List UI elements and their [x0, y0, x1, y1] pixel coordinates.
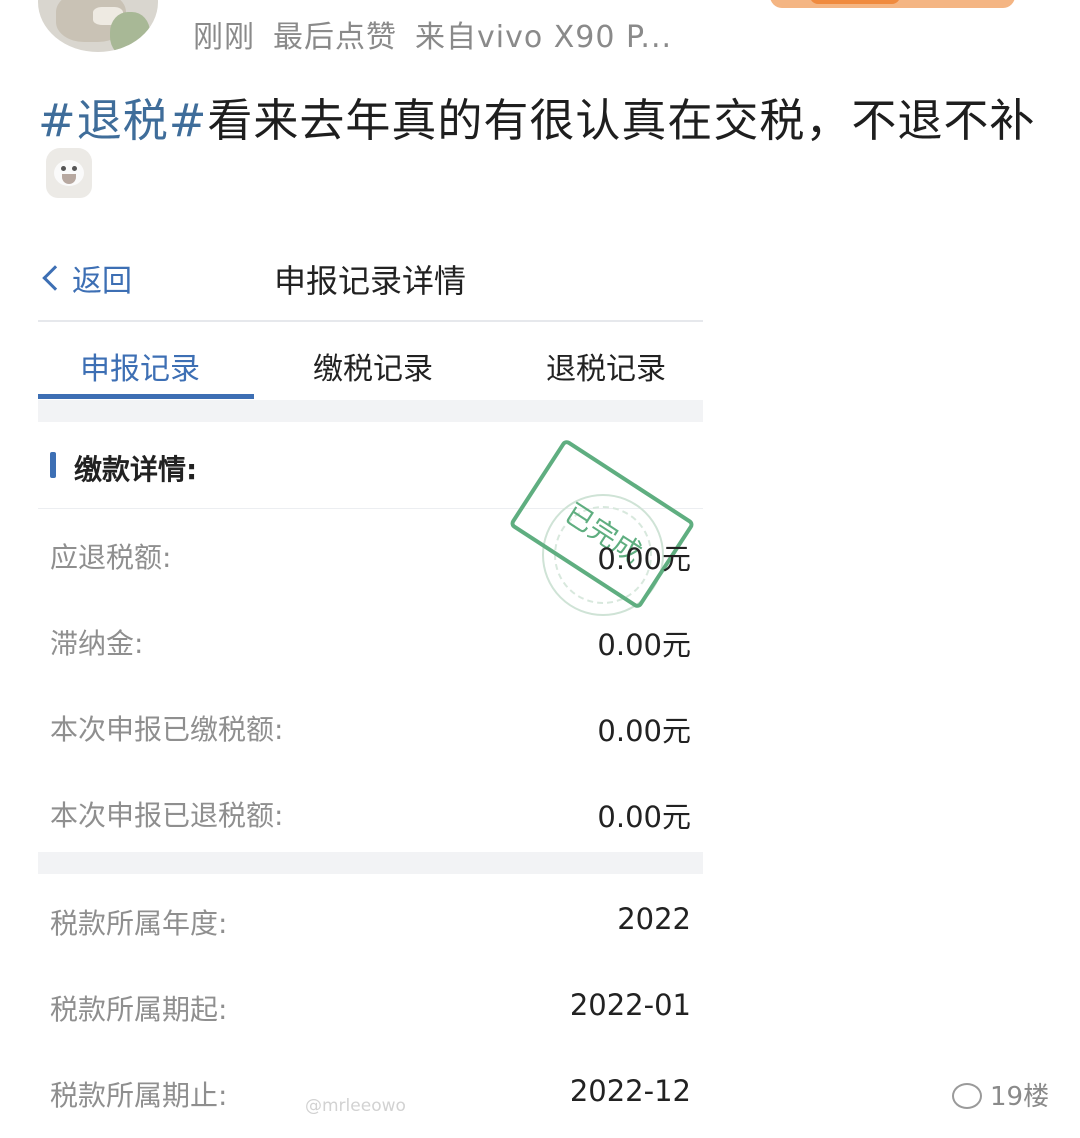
post-time: 刚刚: [193, 20, 255, 55]
detail-label: 本次申报已缴税额:: [50, 713, 284, 746]
detail-value: 0.00元: [597, 628, 691, 662]
back-label: 返回: [72, 264, 132, 299]
period-label: 税款所属期止:: [50, 1079, 228, 1112]
detail-label: 本次申报已退税额:: [50, 799, 284, 832]
embedded-screenshot: 返回 申报记录详情 申报记录 缴税记录 退税记录 缴款详情: 已完成 应退税额:…: [38, 222, 703, 1138]
brand-name: 19楼: [990, 1082, 1050, 1112]
tab-tax-refund-records[interactable]: 退税记录: [546, 344, 666, 388]
nav-bar: 返回 申报记录详情: [38, 222, 703, 322]
detail-label: 应退税额:: [50, 541, 172, 574]
page-title: 申报记录详情: [274, 262, 467, 300]
post-device: 来自vivo X90 P...: [415, 20, 673, 55]
period-row: 税款所属年度: 2022: [38, 892, 703, 952]
watermark: @mrleeowo: [305, 1096, 406, 1116]
divider: [38, 400, 703, 422]
brand-logo: 19楼: [952, 1076, 1049, 1113]
wechat-icon: [952, 1083, 982, 1109]
period-value: 2022: [617, 902, 691, 936]
detail-value: 0.00元: [597, 714, 691, 748]
detail-value: 0.00元: [597, 542, 691, 576]
period-label: 税款所属年度:: [50, 907, 228, 940]
post-like-info: 最后点赞: [273, 20, 397, 55]
period-value: 2022-12: [569, 1074, 691, 1108]
detail-row: 滞纳金: 0.00元: [38, 612, 703, 672]
sticker-image: [770, 0, 1015, 8]
post-text: #退税#看来去年真的有很认真在交税，不退不补: [38, 84, 1035, 149]
detail-value: 0.00元: [597, 800, 691, 834]
detail-label: 滞纳金:: [50, 627, 144, 660]
tab-declaration-records[interactable]: 申报记录: [80, 344, 200, 388]
detail-row: 本次申报已退税额: 0.00元: [38, 784, 703, 844]
emoji-icon: [46, 148, 92, 198]
hashtag-link[interactable]: #退税#: [38, 94, 207, 147]
active-tab-indicator: [38, 394, 254, 399]
tab-bar: 申报记录 缴税记录 退税记录: [38, 322, 703, 400]
divider: [38, 852, 703, 874]
period-row: 税款所属期起: 2022-01: [38, 978, 703, 1038]
section-title: 缴款详情:: [74, 453, 198, 486]
detail-row: 本次申报已缴税额: 0.00元: [38, 698, 703, 758]
post-meta: 刚刚 最后点赞 来自vivo X90 P...: [193, 12, 690, 56]
post-body: 看来去年真的有很认真在交税，不退不补: [207, 94, 1036, 147]
chevron-left-icon: [42, 265, 68, 291]
tab-tax-payment-records[interactable]: 缴税记录: [313, 344, 433, 388]
section-accent-bar: [50, 452, 56, 478]
period-label: 税款所属期起:: [50, 993, 228, 1026]
avatar[interactable]: [38, 0, 158, 52]
detail-row: 应退税额: 0.00元: [38, 526, 703, 586]
period-value: 2022-01: [569, 988, 691, 1022]
back-button[interactable]: 返回: [42, 256, 132, 300]
